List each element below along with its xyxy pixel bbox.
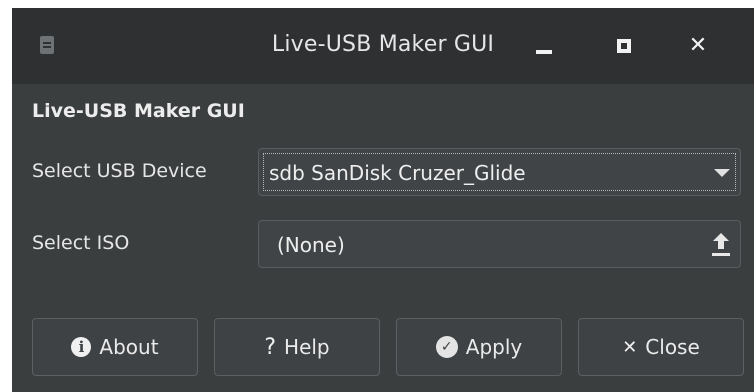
close-icon: ✕: [688, 33, 708, 58]
apply-button[interactable]: ✓ Apply: [396, 318, 562, 376]
close-button-label: Close: [645, 335, 700, 359]
maximize-button[interactable]: [608, 30, 640, 62]
chevron-down-icon: [714, 169, 730, 177]
maximize-icon: [617, 39, 631, 53]
about-button[interactable]: i About: [32, 318, 198, 376]
help-icon: ?: [264, 334, 277, 360]
apply-button-label: Apply: [465, 335, 523, 359]
minimize-button[interactable]: [528, 30, 560, 62]
iso-value: (None): [277, 233, 345, 257]
window-title: Live-USB Maker GUI: [271, 32, 495, 57]
info-icon: i: [71, 337, 92, 357]
help-button[interactable]: ? Help: [214, 318, 380, 376]
title-bar[interactable]: Live-USB Maker GUI ✕: [12, 8, 754, 84]
close-button[interactable]: ✕ Close: [578, 318, 744, 376]
usb-device-value: sdb SanDisk Cruzer_Glide: [269, 161, 526, 185]
help-button-label: Help: [284, 335, 330, 359]
close-x-icon: ✕: [622, 336, 638, 358]
app-window: Live-USB Maker GUI ✕ Live-USB Maker GUI …: [12, 8, 754, 392]
background-page-strip: [0, 0, 754, 8]
upload-icon[interactable]: [712, 233, 730, 257]
close-window-button[interactable]: ✕: [682, 30, 714, 62]
iso-select[interactable]: (None): [258, 220, 741, 268]
minimize-icon: [536, 50, 552, 54]
page-heading: Live-USB Maker GUI: [32, 100, 245, 122]
usb-device-select[interactable]: sdb SanDisk Cruzer_Glide: [258, 148, 741, 196]
about-button-label: About: [99, 335, 159, 359]
usb-device-label: Select USB Device: [32, 160, 207, 182]
check-icon: ✓: [435, 336, 458, 358]
iso-label: Select ISO: [32, 232, 130, 254]
